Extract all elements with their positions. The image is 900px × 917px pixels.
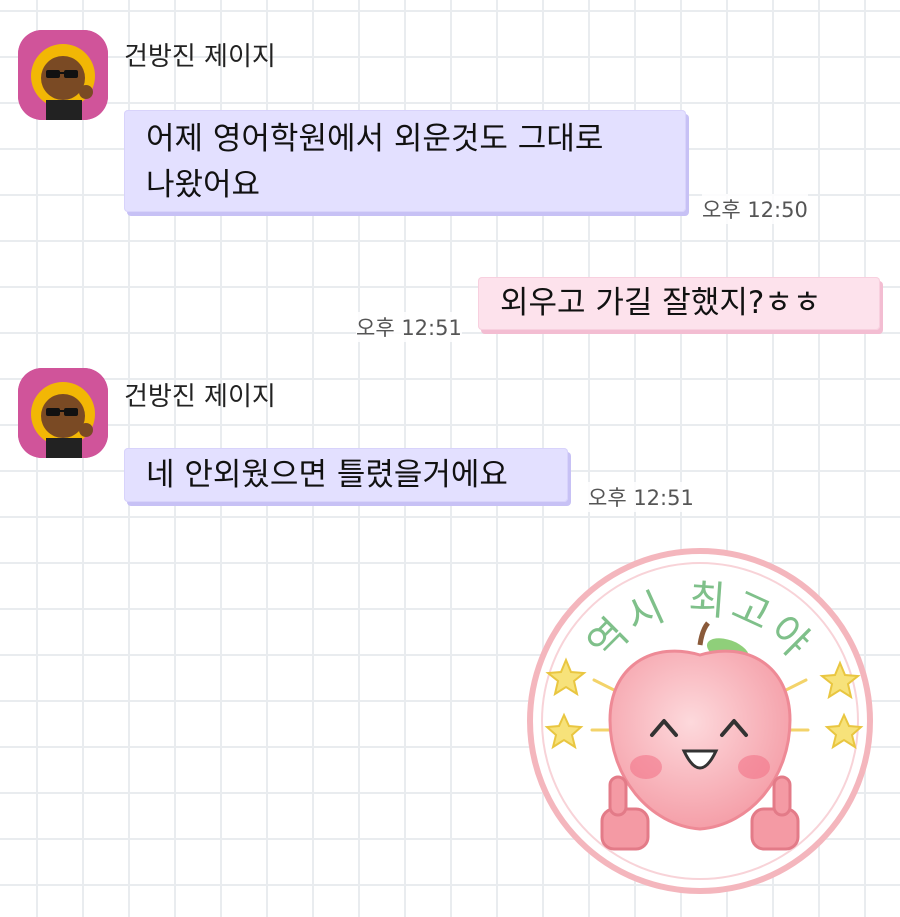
message-bubble[interactable]: 외우고 가길 잘했지?ㅎㅎ xyxy=(478,277,880,330)
message-bubble[interactable]: 네 안외웠으면 틀렸을거에요 xyxy=(124,448,568,502)
lion-avatar-icon xyxy=(18,368,108,458)
message-bubble[interactable]: 어제 영어학원에서 외운것도 그대로 나왔어요 xyxy=(124,110,686,212)
sender-name: 건방진 제이지 xyxy=(124,42,276,72)
message-text: 네 안외웠으면 틀렸을거에요 xyxy=(146,457,508,493)
message-text: 어제 영어학원에서 외운것도 그대로 xyxy=(146,121,604,157)
message-time: 오후 12:51 xyxy=(588,482,694,512)
apple-sticker[interactable]: 역시 최고야 xyxy=(524,545,876,897)
sender-name: 건방진 제이지 xyxy=(124,382,276,412)
message-text: 나왔어요 xyxy=(146,167,261,203)
avatar[interactable] xyxy=(18,368,108,458)
avatar[interactable] xyxy=(18,30,108,120)
message-time: 오후 12:51 xyxy=(356,312,462,342)
lion-avatar-icon xyxy=(18,30,108,120)
message-text: 외우고 가길 잘했지?ㅎㅎ xyxy=(500,285,822,321)
message-time: 오후 12:50 xyxy=(702,194,808,224)
